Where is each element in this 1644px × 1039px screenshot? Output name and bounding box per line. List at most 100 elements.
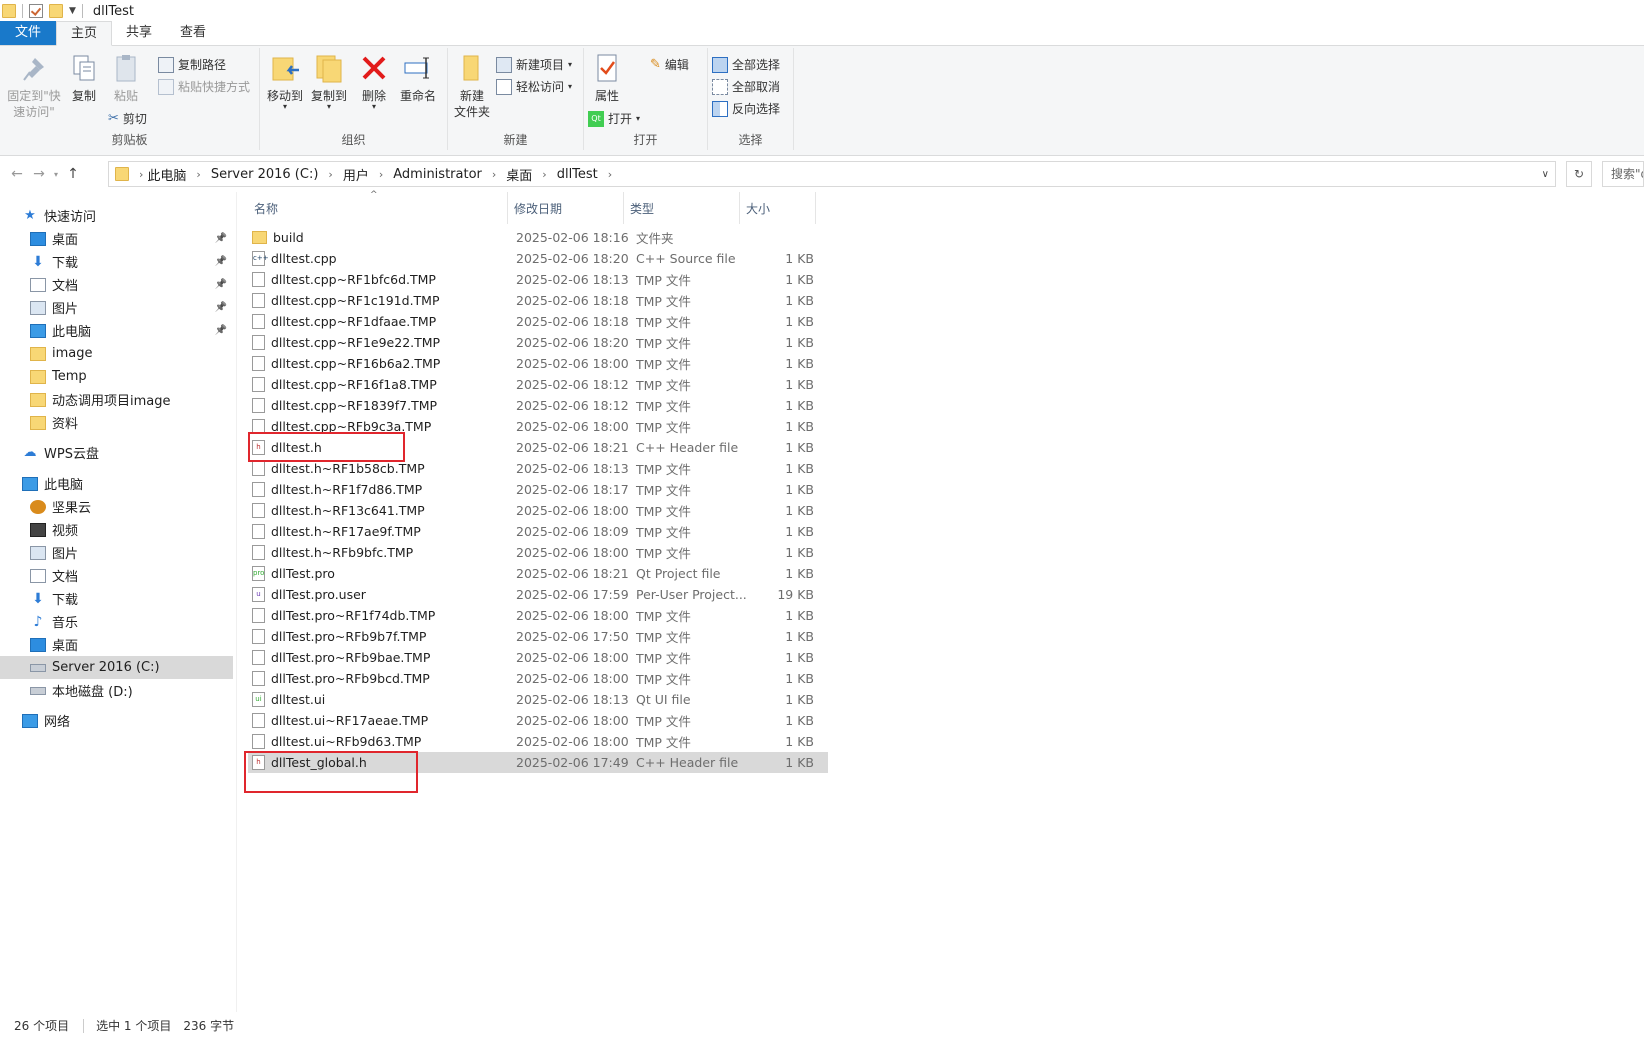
file-row[interactable]: dlltest.cpp~RF1839f7.TMP 2025-02-06 18:12… [248, 395, 828, 416]
breadcrumb-dlltest[interactable]: dllTest [557, 167, 598, 182]
back-button[interactable]: ← [6, 166, 28, 182]
sidebar-item[interactable]: Temp [0, 365, 233, 388]
file-row[interactable]: dlltest.cpp~RFb9c3a.TMP 2025-02-06 18:00 T… [248, 416, 828, 437]
recent-locations-icon[interactable]: ▾ [50, 170, 62, 179]
cut-button[interactable]: ✂ 剪切 [108, 110, 147, 127]
file-row[interactable]: dllTest.pro~RFb9b7f.TMP 2025-02-06 17:50 T… [248, 626, 828, 647]
sidebar-item[interactable]: 文档 📌 [0, 273, 233, 296]
easy-access-button[interactable]: 轻松访问 ▾ [496, 78, 572, 95]
chevron-right-icon[interactable]: › [379, 168, 383, 181]
breadcrumb-administrator[interactable]: Administrator [393, 167, 482, 182]
chevron-right-icon[interactable]: › [328, 168, 332, 181]
copy-path-button[interactable]: 复制路径 [158, 56, 226, 73]
sidebar-item[interactable]: 图片 📌 [0, 296, 233, 319]
copy-to-button[interactable]: 复制到 ▾ [308, 52, 350, 111]
search-input[interactable]: 搜索"dllTest" [1602, 161, 1644, 187]
sidebar-item[interactable]: 此电脑 📌 [0, 319, 233, 342]
tab-home[interactable]: 主页 [56, 21, 113, 46]
new-item-button[interactable]: 新建项目 ▾ [496, 56, 572, 73]
paste-shortcut-button[interactable]: 粘贴快捷方式 [158, 78, 250, 95]
properties-button[interactable]: 属性 [588, 52, 626, 104]
new-folder-quick-icon[interactable] [49, 4, 63, 18]
sidebar-item[interactable]: 视频 [0, 518, 233, 541]
rename-button[interactable]: 重命名 [396, 52, 440, 104]
properties-quick-icon[interactable] [29, 4, 43, 18]
column-header-type[interactable]: 类型 [624, 192, 740, 224]
pin-icon[interactable]: 📌 [215, 302, 227, 313]
sidebar-item[interactable]: ★ 快速访问 [0, 204, 233, 227]
pin-icon[interactable]: 📌 [215, 325, 227, 336]
sidebar-item[interactable]: 资料 [0, 411, 233, 434]
file-row[interactable]: build 2025-02-06 18:16 文件夹 [248, 227, 828, 248]
file-row[interactable]: dlltest.h~RF1b58cb.TMP 2025-02-06 18:13 TM… [248, 458, 828, 479]
move-to-button[interactable]: 移动到 ▾ [264, 52, 306, 111]
breadcrumb-this-pc[interactable]: 此电脑 [147, 165, 186, 184]
file-row[interactable]: dlltest.cpp~RF1dfaae.TMP 2025-02-06 18:18… [248, 311, 828, 332]
file-row[interactable]: dllTest.pro~RFb9bae.TMP 2025-02-06 18:00 T… [248, 647, 828, 668]
breadcrumb-desktop[interactable]: 桌面 [506, 165, 532, 184]
file-row[interactable]: dllTest.pro~RFb9bcd.TMP 2025-02-06 18:00 T… [248, 668, 828, 689]
file-row[interactable]: dlltest.cpp~RF1bfc6d.TMP 2025-02-06 18:13… [248, 269, 828, 290]
tab-share[interactable]: 共享 [112, 21, 166, 45]
sidebar-item[interactable]: 动态调用项目image [0, 388, 233, 411]
chevron-right-icon[interactable]: › [608, 168, 612, 181]
sidebar-item[interactable]: 此电脑 [0, 472, 233, 495]
forward-button[interactable]: → [28, 166, 50, 182]
sidebar-item[interactable]: ♪ 音乐 [0, 610, 233, 633]
file-row[interactable]: dlltest.cpp~RF1e9e22.TMP 2025-02-06 18:20… [248, 332, 828, 353]
refresh-button[interactable]: ↻ [1566, 161, 1592, 187]
chevron-right-icon[interactable]: › [492, 168, 496, 181]
sidebar-item[interactable]: 网络 [0, 709, 233, 732]
file-row[interactable]: dlltest.h~RF13c641.TMP 2025-02-06 18:00 TM… [248, 500, 828, 521]
sidebar-item[interactable]: 文档 [0, 564, 233, 587]
sidebar-item[interactable]: ⬇ 下载 [0, 587, 233, 610]
breadcrumb-users[interactable]: 用户 [343, 165, 369, 184]
delete-button[interactable]: 删除 ▾ [356, 52, 392, 111]
chevron-right-icon[interactable]: › [542, 168, 546, 181]
file-row[interactable]: dlltest.h~RF1f7d86.TMP 2025-02-06 18:17 TM… [248, 479, 828, 500]
file-row[interactable]: dlltest.cpp~RF16f1a8.TMP 2025-02-06 18:12… [248, 374, 828, 395]
tab-file[interactable]: 文件 [0, 21, 56, 45]
file-row[interactable]: dlltest.h~RFb9bfc.TMP 2025-02-06 18:00 TMP… [248, 542, 828, 563]
sidebar-item[interactable]: Server 2016 (C:) [0, 656, 233, 679]
tab-view[interactable]: 查看 [166, 21, 220, 45]
file-row[interactable]: c++ dlltest.cpp 2025-02-06 18:20 C++ Source… [248, 248, 828, 269]
sidebar-item[interactable]: image [0, 342, 233, 365]
file-row[interactable]: pro dllTest.pro 2025-02-06 18:21 Qt Project… [248, 563, 828, 584]
file-row[interactable]: h dlltest.h 2025-02-06 18:21 C++ Header fil… [248, 437, 828, 458]
copy-button[interactable]: 复制 [64, 52, 104, 104]
sidebar-item[interactable]: 桌面 📌 [0, 227, 233, 250]
paste-button[interactable]: 粘贴 [106, 52, 146, 104]
column-header-name[interactable]: 名称 ^ [248, 190, 508, 224]
file-row[interactable]: dlltest.cpp~RF1c191d.TMP 2025-02-06 18:18… [248, 290, 828, 311]
sidebar-item[interactable]: ⬇ 下载 📌 [0, 250, 233, 273]
select-all-button[interactable]: 全部选择 [712, 56, 780, 73]
file-row[interactable]: u dllTest.pro.user 2025-02-06 17:59 Per-Use… [248, 584, 828, 605]
up-button[interactable]: ↑ [62, 166, 84, 182]
file-row[interactable]: h dllTest_global.h 2025-02-06 17:49 C++ Hea… [248, 752, 828, 773]
customize-quick-access-icon[interactable]: ▼ [69, 6, 76, 16]
open-button[interactable]: Qt 打开 ▾ [588, 110, 640, 127]
breadcrumb-drive-c[interactable]: Server 2016 (C:) [211, 167, 319, 182]
pin-icon[interactable]: 📌 [215, 279, 227, 290]
column-header-date[interactable]: 修改日期 [508, 192, 624, 224]
chevron-right-icon[interactable]: › [196, 168, 200, 181]
sidebar-item[interactable]: 图片 [0, 541, 233, 564]
sidebar-item[interactable]: ☁ WPS云盘 [0, 441, 233, 464]
pin-to-quick-access-button[interactable]: 固定到"快 速访问" [6, 52, 62, 120]
file-row[interactable]: ui dlltest.ui 2025-02-06 18:13 Qt UI file 1 … [248, 689, 828, 710]
invert-selection-button[interactable]: 反向选择 [712, 100, 780, 117]
new-folder-button[interactable]: 新建 文件夹 [452, 52, 492, 120]
column-header-size[interactable]: 大小 [740, 192, 816, 224]
select-none-button[interactable]: 全部取消 [712, 78, 780, 95]
sidebar-item[interactable]: 本地磁盘 (D:) [0, 679, 233, 702]
file-row[interactable]: dllTest.pro~RF1f74db.TMP 2025-02-06 18:00… [248, 605, 828, 626]
address-bar[interactable]: › 此电脑 › Server 2016 (C:) › 用户 › Administrat… [108, 161, 1556, 187]
sidebar-item[interactable]: 桌面 [0, 633, 233, 656]
pin-icon[interactable]: 📌 [215, 233, 227, 244]
edit-button[interactable]: ✎ 编辑 [650, 56, 689, 73]
pane-divider[interactable] [236, 192, 237, 1012]
file-row[interactable]: dlltest.ui~RF17aeae.TMP 2025-02-06 18:00 T… [248, 710, 828, 731]
sidebar-item[interactable]: 坚果云 [0, 495, 233, 518]
pin-icon[interactable]: 📌 [215, 256, 227, 267]
